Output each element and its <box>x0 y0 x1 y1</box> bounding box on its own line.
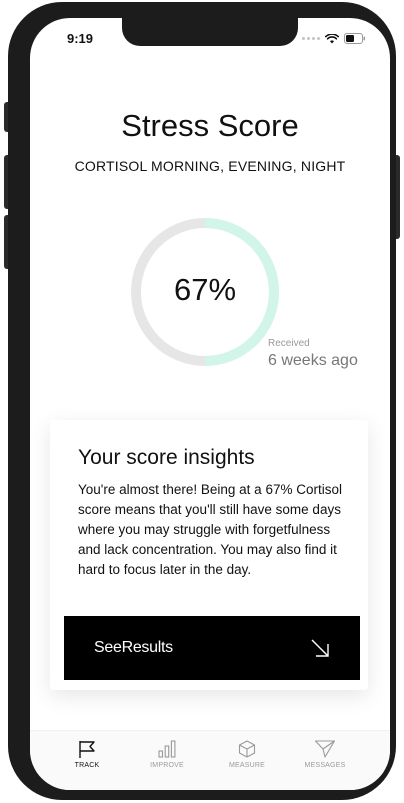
see-results-button[interactable]: SeeResults <box>64 616 360 680</box>
tab-track[interactable]: TRACK <box>51 739 123 769</box>
tab-label: TRACK <box>74 762 100 769</box>
page-title: Stress Score <box>121 108 299 143</box>
app-screen: 9:19 Stress Score CORTISOL MORNING, EVEN… <box>30 18 390 790</box>
status-bar: 9:19 <box>30 31 390 49</box>
tab-label: MESSAGES <box>304 762 346 769</box>
arrow-down-right-icon <box>311 639 329 657</box>
tab-improve[interactable]: IMPROVE <box>131 739 203 769</box>
score-value: 67% <box>173 272 237 307</box>
tab-label: MEASURE <box>228 762 266 769</box>
signal-icon <box>302 37 320 40</box>
insights-body: You're almost there! Being at a 67% Cort… <box>78 482 342 577</box>
tab-label: IMPROVE <box>150 762 184 769</box>
insights-title: Your score insights <box>78 446 255 469</box>
status-time: 9:19 <box>67 31 94 46</box>
battery-icon <box>344 33 365 44</box>
tab-measure[interactable]: MEASURE <box>211 739 283 769</box>
phone-frame: 9:19 Stress Score CORTISOL MORNING, EVEN… <box>8 2 396 800</box>
status-icons <box>302 33 366 44</box>
page-subtitle: CORTISOL MORNING, EVENING, NIGHT <box>74 158 346 174</box>
cube-icon <box>238 740 256 758</box>
send-icon <box>314 740 336 758</box>
tab-bar: TRACK IMPROVE MEASURE MESSAGES <box>30 730 390 790</box>
bar-chart-icon <box>158 740 176 758</box>
insights-card: Your score insights You're almost there!… <box>50 420 368 690</box>
received-label: Received <box>268 338 310 349</box>
tab-messages[interactable]: MESSAGES <box>289 739 361 769</box>
see-results-label: SeeResults <box>94 639 173 656</box>
wifi-icon <box>325 33 339 43</box>
flag-icon <box>79 741 95 758</box>
received-value: 6 weeks ago <box>268 352 358 369</box>
